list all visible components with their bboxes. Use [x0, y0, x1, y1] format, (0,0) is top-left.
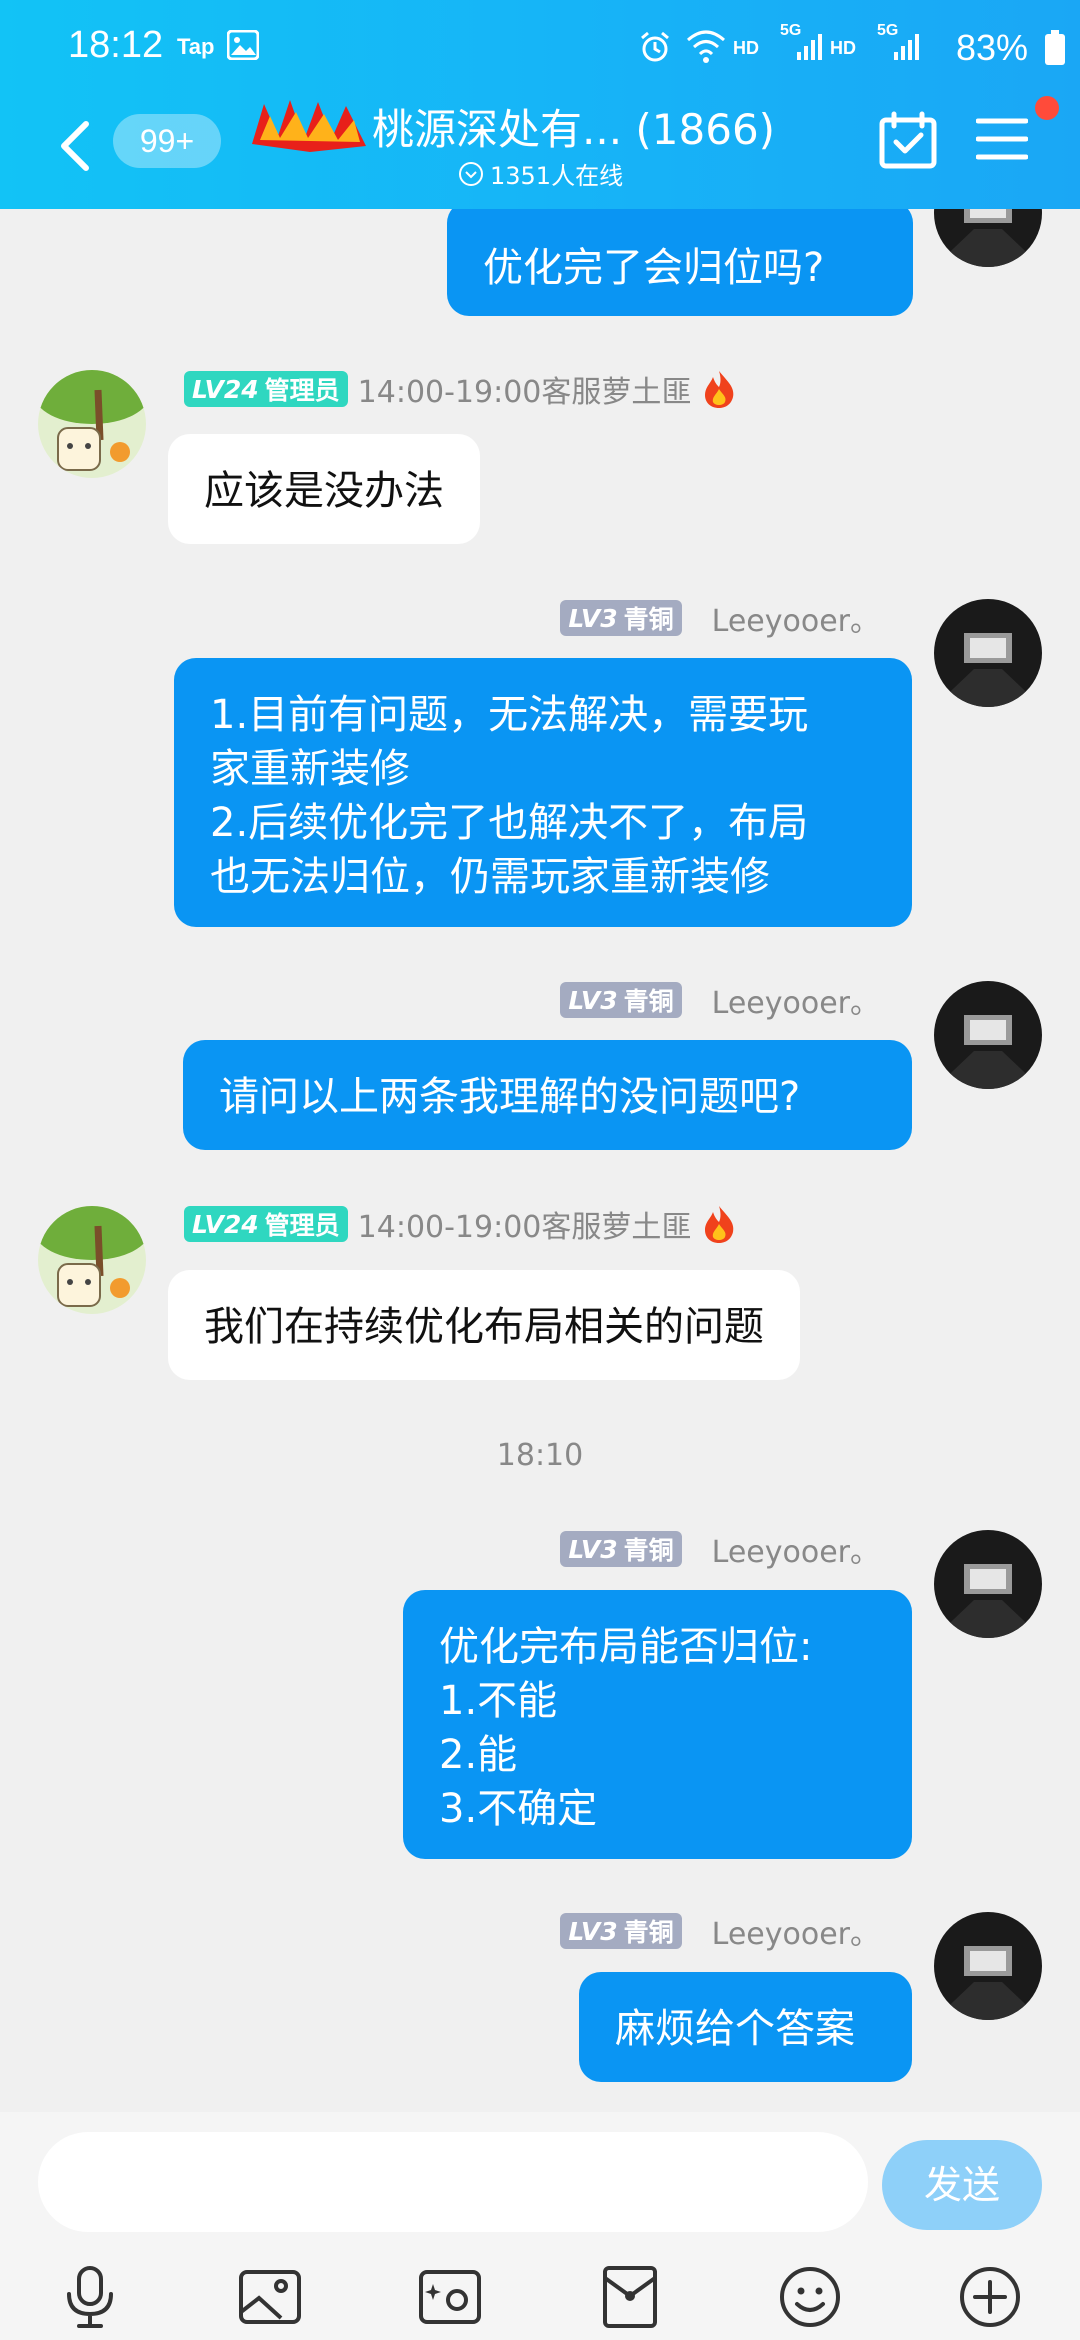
message-bubble[interactable]: 我们在持续优化布局相关的问题: [168, 1270, 800, 1380]
sender-meta: LV3 青铜 Leeyooer。: [560, 1909, 880, 1953]
level-badge: LV24 管理员: [184, 371, 348, 407]
sender-name[interactable]: Leeyooer。: [712, 1909, 880, 1953]
sender-name[interactable]: Leeyooer。: [712, 596, 880, 640]
self-avatar[interactable]: [934, 1912, 1042, 2020]
message-input[interactable]: [38, 2132, 868, 2232]
message-timestamp: 18:10: [496, 1438, 584, 1473]
chat-header: 18:12 Tap HD 5G HD 5G 83% 99+ 桃源深处有... (…: [0, 0, 1080, 209]
level-badge: LV3 青铜: [560, 600, 682, 636]
nav-bar: 99+ 桃源深处有... (1866) 1351人在线: [0, 96, 1080, 209]
image-icon[interactable]: [237, 2264, 303, 2330]
status-time: 18:12: [68, 24, 164, 66]
sender-meta: LV3 青铜 Leeyooer。: [560, 596, 880, 640]
sender-name[interactable]: 14:00-19:00客服萝土匪: [358, 1202, 692, 1246]
level-badge: LV24 管理员: [184, 1206, 348, 1242]
level-badge: LV3 青铜: [560, 1531, 682, 1567]
message-bubble[interactable]: 请问以上两条我理解的没问题吧?: [183, 1040, 912, 1150]
chevron-circle-icon: [459, 161, 483, 186]
taptap-notification-icon: Tap: [177, 34, 215, 59]
fire-icon: [705, 371, 734, 408]
sender-name[interactable]: Leeyooer。: [712, 1527, 880, 1571]
sender-meta: LV24 管理员 14:00-19:00客服萝土匪: [184, 367, 737, 411]
signal-icon: [797, 34, 822, 60]
status-bar: 18:12 Tap HD 5G HD 5G 83%: [0, 0, 1080, 96]
self-avatar[interactable]: [934, 209, 1042, 267]
admin-avatar[interactable]: [38, 1206, 146, 1314]
hd-indicator-2: HD: [830, 38, 856, 58]
input-area: 发送: [0, 2112, 1080, 2340]
gallery-notification-icon: [227, 30, 259, 60]
message-bubble[interactable]: 优化完了会归位吗?: [447, 209, 913, 316]
hd-indicator: HD: [733, 38, 759, 58]
online-status: 1351人在线: [458, 156, 623, 191]
wifi-icon: [687, 30, 725, 63]
level-badge: LV3 青铜: [560, 982, 682, 1018]
sender-name[interactable]: 14:00-19:00客服萝土匪: [358, 367, 692, 411]
sender-meta: LV24 管理员 14:00-19:00客服萝土匪: [184, 1202, 737, 1246]
battery-icon: [1045, 30, 1065, 65]
avatar-image: [934, 981, 1042, 1089]
avatar-image: [38, 370, 146, 478]
unread-count-badge[interactable]: 99+: [113, 114, 221, 168]
avatar-image: [934, 1530, 1042, 1638]
calendar-check-icon[interactable]: [878, 110, 938, 170]
self-avatar[interactable]: [934, 981, 1042, 1089]
status-icons: HD 5G HD 5G 83%: [630, 22, 1080, 72]
self-avatar[interactable]: [934, 599, 1042, 707]
menu-icon[interactable]: [976, 116, 1028, 162]
avatar-image: [934, 1912, 1042, 2020]
level-badge: LV3 青铜: [560, 1913, 682, 1949]
group-title[interactable]: 桃源深处有... (1866): [372, 96, 775, 157]
message-bubble[interactable]: 1.目前有问题，无法解决，需要玩 家重新装修 2.后续优化完了也解决不了，布局 …: [174, 658, 912, 927]
avatar-image: [38, 1206, 146, 1314]
signal-icon-2: [894, 34, 919, 60]
battery-percent: 83%: [955, 27, 1028, 68]
input-toolbar: [0, 2260, 1080, 2340]
avatar-image: [934, 599, 1042, 707]
back-icon[interactable]: [56, 116, 96, 176]
microphone-icon[interactable]: [57, 2264, 123, 2330]
fire-icon: [705, 1206, 734, 1243]
alarm-icon: [641, 31, 669, 62]
send-button[interactable]: 发送: [882, 2140, 1042, 2230]
self-avatar[interactable]: [934, 1530, 1042, 1638]
sender-meta: LV3 青铜 Leeyooer。: [560, 978, 880, 1022]
message-bubble[interactable]: 麻烦给个答案: [579, 1972, 912, 2082]
avatar-image: [934, 209, 1042, 267]
camera-icon[interactable]: [417, 2264, 483, 2330]
message-bubble[interactable]: 优化完布局能否归位: 1.不能 2.能 3.不确定: [403, 1590, 912, 1859]
notification-dot: [1035, 96, 1059, 120]
message-bubble[interactable]: 应该是没办法: [168, 434, 480, 544]
plus-icon[interactable]: [957, 2264, 1023, 2330]
emoji-icon[interactable]: [777, 2264, 843, 2330]
admin-avatar[interactable]: [38, 370, 146, 478]
message-list[interactable]: 优化完了会归位吗? LV24 管理员 14:00-19:00客服萝土匪 应该是没办…: [0, 209, 1080, 2112]
sender-meta: LV3 青铜 Leeyooer。: [560, 1527, 880, 1571]
red-packet-icon[interactable]: [597, 2264, 663, 2330]
sender-name[interactable]: Leeyooer。: [712, 978, 880, 1022]
online-count: 1351人在线: [490, 162, 624, 190]
group-logo-icon: [252, 100, 366, 152]
